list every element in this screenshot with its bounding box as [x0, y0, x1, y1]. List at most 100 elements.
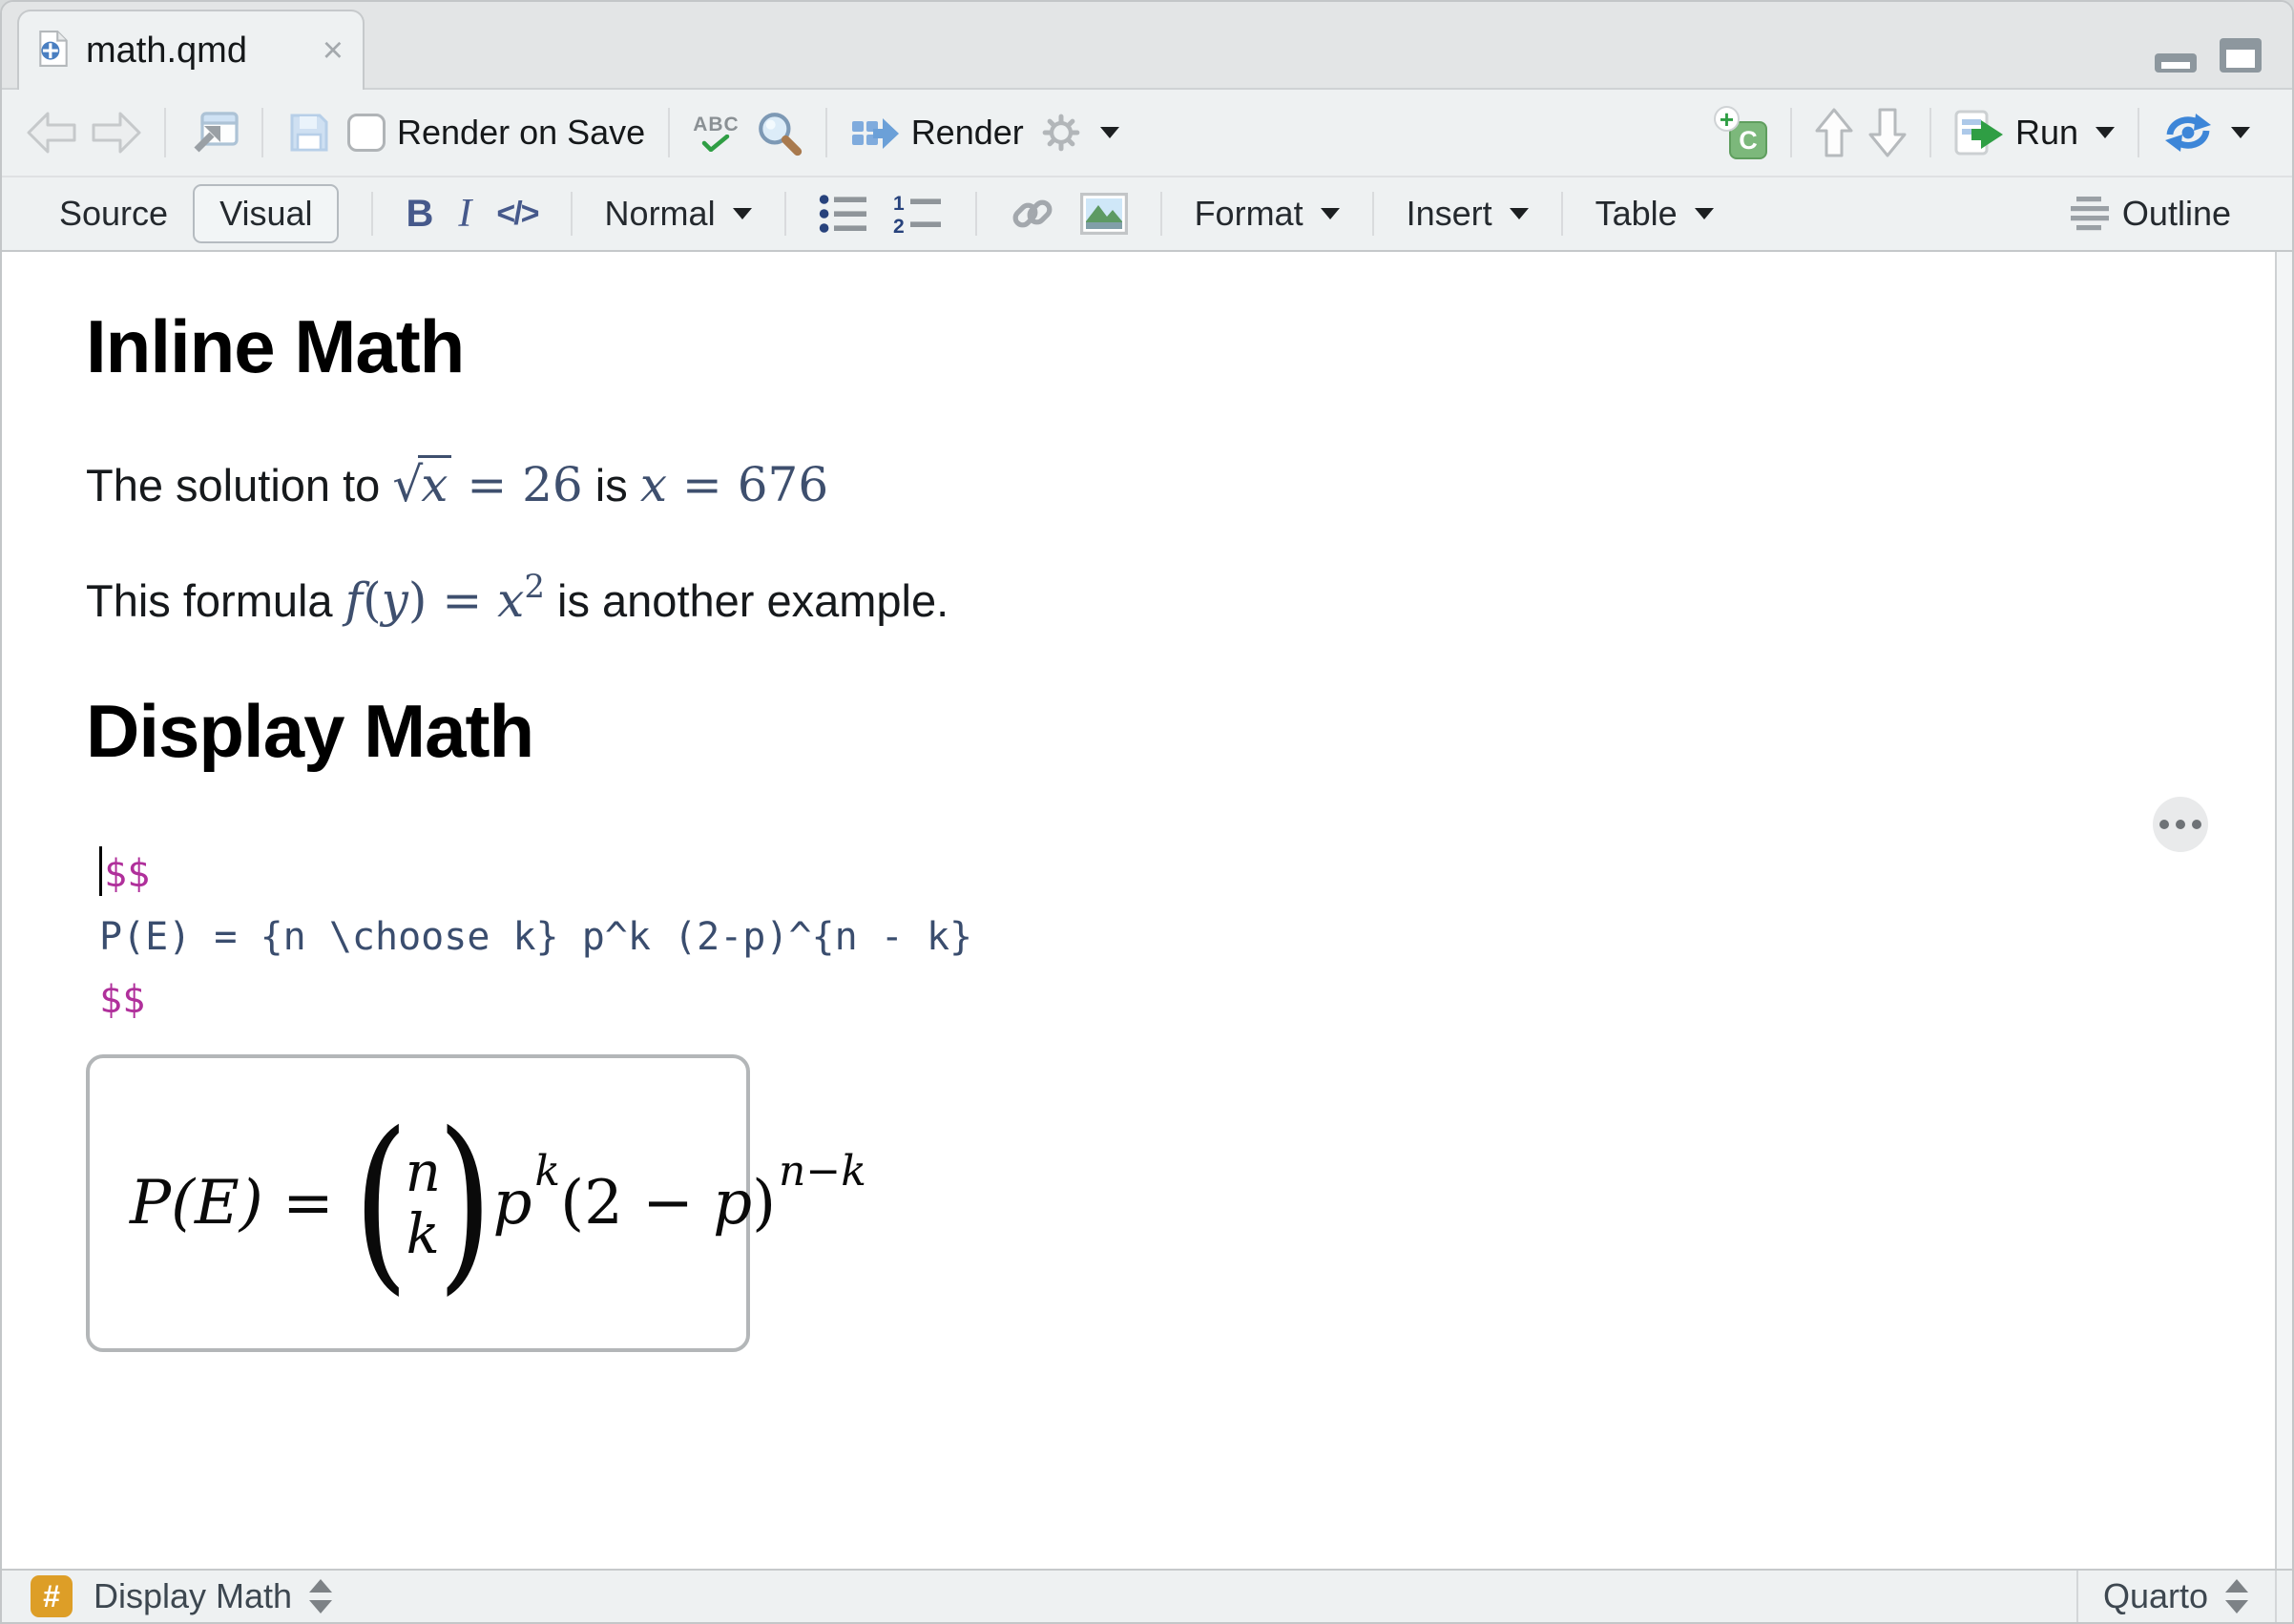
math-var-x: x — [639, 457, 668, 512]
code-button[interactable]: </> — [496, 195, 539, 233]
paragraph-text: is another example. — [544, 575, 949, 626]
heading-type-icon: # — [31, 1575, 73, 1617]
previous-chunk-button[interactable] — [1815, 108, 1853, 157]
insert-menu-label: Insert — [1406, 194, 1492, 233]
bold-button[interactable]: B — [406, 193, 433, 236]
math-paren: ( — [363, 573, 382, 628]
toolbar-separator — [1929, 108, 1931, 157]
chevron-down-icon — [1694, 208, 1714, 219]
render-options-button[interactable] — [1039, 111, 1119, 155]
chevron-down-icon — [1509, 208, 1529, 219]
insert-image-button[interactable] — [1079, 193, 1128, 235]
back-button[interactable] — [27, 112, 76, 154]
italic-icon: I — [458, 192, 472, 236]
chevron-down-icon — [2231, 127, 2250, 138]
toolbar-separator — [824, 108, 827, 157]
formula-p: p — [492, 1168, 532, 1239]
find-replace-button[interactable] — [755, 109, 803, 156]
search-icon — [758, 113, 802, 156]
code-icon: </> — [496, 195, 539, 232]
insert-menu[interactable]: Insert — [1407, 194, 1529, 234]
stepper-icon — [2225, 1579, 2248, 1614]
table-menu-label: Table — [1595, 194, 1678, 233]
rstudio-source-pane: math.qmd × Render on Save ABC Render C +… — [0, 0, 2294, 1624]
toolbar-separator — [570, 192, 573, 236]
checkbox-unchecked[interactable] — [347, 114, 386, 152]
arrow-up-icon — [1815, 108, 1853, 157]
math-close-delimiter: $$ — [99, 978, 146, 1022]
forward-arrow-icon — [92, 112, 141, 154]
inline-math-x-676: x = 676 — [640, 457, 828, 512]
tab-math-qmd[interactable]: math.qmd × — [17, 10, 365, 90]
format-menu[interactable]: Format — [1195, 194, 1340, 234]
editor-status-bar: # Display Math Quarto — [2, 1569, 2292, 1622]
next-chunk-button[interactable] — [1868, 108, 1907, 157]
forward-button[interactable] — [92, 112, 141, 154]
save-button[interactable] — [286, 110, 332, 156]
binomial-coefficient: n k — [406, 1141, 441, 1265]
spellcheck-icon: ABC — [693, 115, 740, 152]
insert-chunk-button[interactable]: C + — [1713, 106, 1767, 159]
tab-title: math.qmd — [86, 30, 247, 71]
document-format-cell: Quarto — [2075, 1571, 2277, 1622]
outline-label: Outline — [2121, 194, 2231, 233]
block-type-label: Display Math — [94, 1576, 293, 1615]
ellipsis-icon — [2159, 820, 2169, 829]
toolbar-separator — [1371, 192, 1374, 236]
paragraph-inline-math-1: The solution to √x = 26 is x = 676 — [86, 454, 2292, 516]
outline-toggle-button[interactable]: Outline — [2069, 194, 2231, 234]
render-label: Render — [910, 113, 1024, 152]
math-exponent: 2 — [524, 568, 545, 606]
scrollbar-gutter[interactable] — [2275, 252, 2292, 1569]
toolbar-separator — [261, 108, 263, 157]
render-button[interactable]: Render — [850, 112, 1024, 154]
paragraph-style-dropdown[interactable]: Normal — [605, 194, 752, 234]
minimize-pane-icon[interactable] — [2153, 36, 2199, 79]
toolbar-separator — [783, 192, 786, 236]
bullet-list-button[interactable] — [819, 193, 868, 235]
numbered-list-icon: 1 2 — [893, 193, 941, 235]
spellcheck-button[interactable]: ABC — [693, 115, 740, 152]
run-button[interactable]: Run — [1954, 110, 2115, 156]
arrow-down-icon — [1868, 108, 1907, 157]
sync-icon — [2165, 114, 2211, 152]
document-format-selector[interactable]: Quarto — [2103, 1576, 2250, 1616]
heading-display-math: Display Math — [86, 689, 534, 773]
tab-source-mode[interactable]: Source — [59, 194, 168, 234]
formula-lhs: P(E) — [130, 1168, 263, 1239]
svg-text:2: 2 — [893, 216, 905, 235]
quarto-document-icon — [38, 30, 69, 73]
math-func-f: f — [344, 573, 364, 628]
tab-visual-mode[interactable]: Visual — [193, 184, 340, 243]
table-menu[interactable]: Table — [1595, 194, 1714, 234]
visual-editor-canvas[interactable]: Inline Math The solution to √x = 26 is x… — [2, 252, 2292, 1569]
document-format-label: Quarto — [2102, 1576, 2208, 1615]
block-options-button[interactable] — [2153, 797, 2208, 852]
toolbar-separator — [1159, 192, 1162, 236]
back-arrow-icon — [27, 112, 76, 154]
formula-equals: = — [262, 1168, 354, 1239]
open-in-new-window-button[interactable] — [189, 110, 239, 156]
chevron-down-icon — [732, 208, 752, 219]
big-paren-open: ( — [353, 1093, 409, 1313]
text-cursor — [99, 846, 102, 896]
math-source-block[interactable]: $$ P(E) = {n \choose k} p^k (2-p)^{n - k… — [99, 843, 2292, 1031]
toolbar-separator — [371, 192, 374, 236]
block-type-selector[interactable]: Display Math — [94, 1576, 334, 1616]
toolbar-separator — [1789, 108, 1792, 157]
italic-button[interactable]: I — [458, 191, 471, 237]
insert-link-button[interactable] — [1010, 191, 1055, 237]
run-icon — [1954, 110, 2003, 156]
binomial-k: k — [406, 1201, 440, 1266]
source-sync-button[interactable] — [2162, 110, 2250, 156]
source-mode-label: Source — [59, 194, 169, 233]
math-latex-expression: P(E) = {n \choose k} p^k (2-p)^{n - k} — [99, 915, 973, 959]
insert-chunk-icon: C + — [1713, 106, 1767, 159]
formula-exp-k: k — [534, 1146, 561, 1196]
render-on-save-checkbox[interactable]: Render on Save — [347, 113, 645, 153]
maximize-pane-icon[interactable] — [2218, 36, 2263, 79]
numbered-list-button[interactable]: 1 2 — [893, 193, 943, 235]
tab-close-icon[interactable]: × — [323, 32, 344, 69]
toolbar-separator — [2138, 108, 2139, 157]
inline-math-sqrt: √x = 26 — [392, 455, 583, 512]
